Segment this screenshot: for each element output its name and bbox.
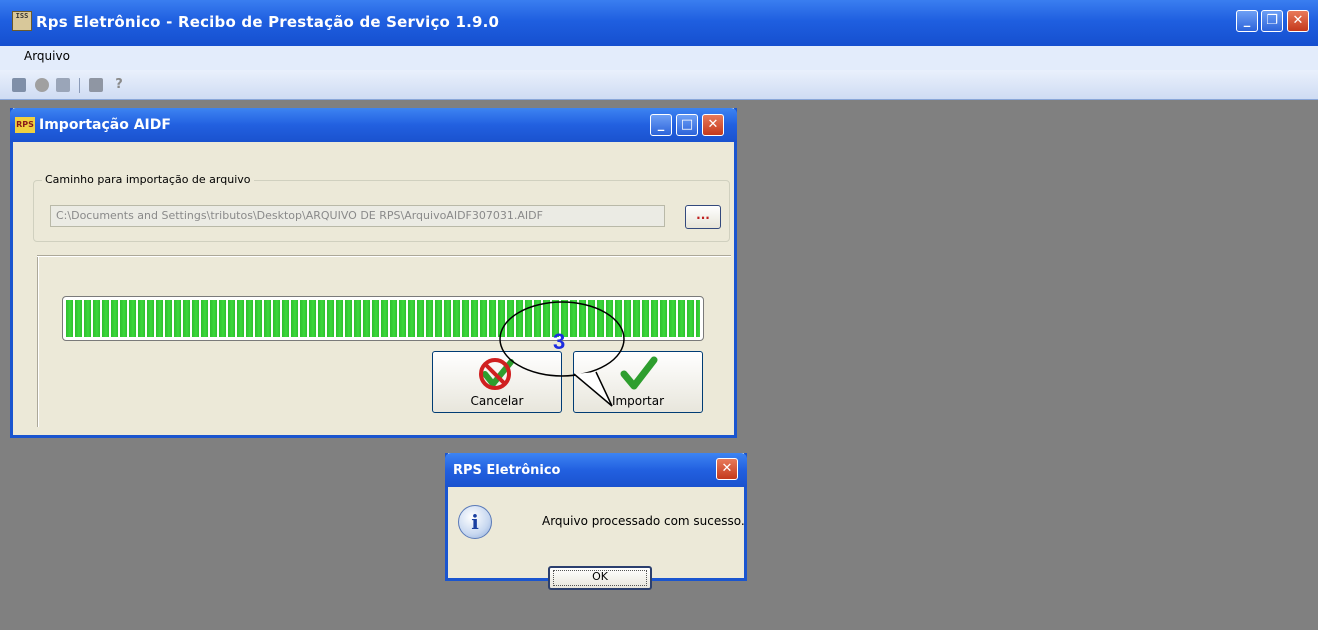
aidf-maximize-button[interactable]: □ — [676, 114, 698, 136]
print-icon[interactable] — [89, 78, 103, 92]
message-dialog: RPS Eletrônico ✕ i Arquivo processado co… — [445, 453, 747, 590]
divider — [37, 255, 731, 257]
edit-icon[interactable] — [56, 78, 70, 92]
divider-vertical — [37, 257, 39, 427]
main-window-title: Rps Eletrônico - Recibo de Prestação de … — [36, 13, 500, 31]
gear-icon[interactable] — [35, 78, 49, 92]
import-label: Importar — [611, 394, 665, 408]
rps-icon: RPS — [15, 117, 35, 133]
menubar: Arquivo — [0, 46, 1318, 70]
aidf-minimize-button[interactable]: _ — [650, 114, 672, 136]
app-icon: ISS — [12, 11, 32, 31]
check-icon — [620, 356, 658, 390]
import-button[interactable]: Importar — [573, 351, 703, 413]
callout-label: 3 — [553, 329, 566, 354]
cancel-icon — [479, 358, 514, 390]
message-dialog-title: RPS Eletrônico — [453, 463, 561, 478]
dialog-close-button[interactable]: ✕ — [716, 458, 738, 480]
message-text: Arquivo processado com sucesso. — [542, 514, 745, 528]
save-icon[interactable] — [12, 78, 26, 92]
import-aidf-window: RPS Importação AIDF _ □ ✕ Caminho para i… — [10, 108, 737, 438]
help-icon[interactable]: ? — [112, 78, 126, 92]
progress-fill — [66, 300, 700, 337]
import-aidf-titlebar[interactable]: RPS Importação AIDF _ □ ✕ — [10, 108, 737, 142]
file-path-field[interactable]: C:\Documents and Settings\tributos\Deskt… — [50, 205, 665, 227]
cancel-button[interactable]: Cancelar — [432, 351, 562, 413]
toolbar-separator — [79, 78, 80, 93]
path-group-label: Caminho para importação de arquivo — [42, 173, 254, 186]
aidf-close-button[interactable]: ✕ — [702, 114, 724, 136]
menu-arquivo[interactable]: Arquivo — [24, 49, 70, 63]
cancel-label: Cancelar — [470, 394, 524, 408]
main-titlebar[interactable]: ISS Rps Eletrônico - Recibo de Prestação… — [0, 0, 1318, 46]
close-button[interactable]: ✕ — [1287, 10, 1309, 32]
focus-ring — [553, 570, 647, 586]
minimize-button[interactable]: _ — [1236, 10, 1258, 32]
maximize-button[interactable]: ❐ — [1261, 10, 1283, 32]
import-aidf-title: Importação AIDF — [39, 117, 171, 133]
progress-bar — [62, 296, 704, 341]
message-dialog-titlebar[interactable]: RPS Eletrônico ✕ — [445, 453, 747, 487]
toolbar: ? — [0, 70, 1318, 100]
info-icon: i — [458, 505, 492, 539]
ok-button[interactable]: OK — [548, 566, 652, 590]
path-groupbox: Caminho para importação de arquivo C:\Do… — [33, 173, 730, 242]
browse-button[interactable]: ... — [685, 205, 721, 229]
